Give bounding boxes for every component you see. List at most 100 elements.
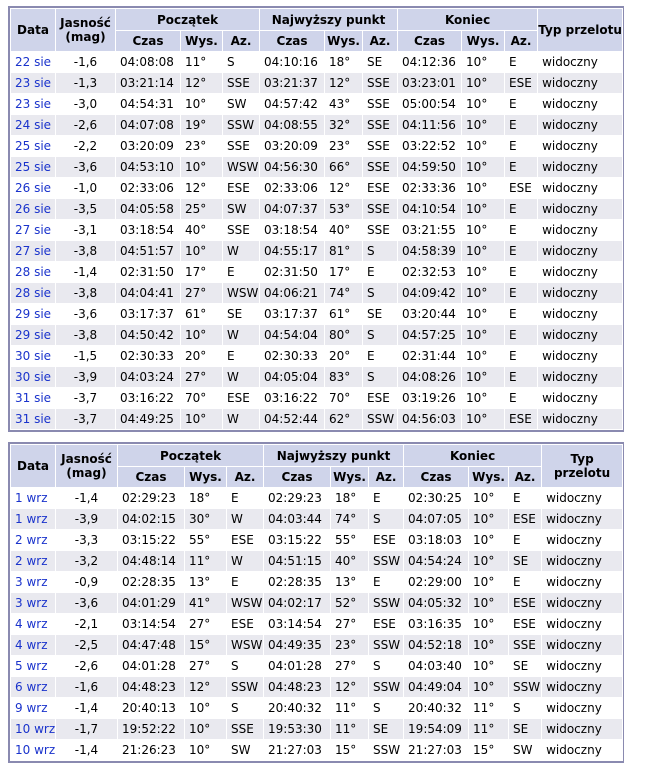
cell-end-azimuth: E [504,198,539,220]
cell-end-time: 03:21:55 [397,219,463,241]
cell-date[interactable]: 6 wrz [10,676,56,698]
cell-start-altitude: 30° [184,508,227,530]
header-jasnosc: Jasność (mag) [55,444,118,488]
header-wys: Wys. [180,30,223,52]
cell-date[interactable]: 30 sie [10,366,56,388]
cell-date[interactable]: 27 sie [10,240,56,262]
cell-date[interactable]: 5 wrz [10,655,56,677]
cell-date[interactable]: 23 sie [10,72,56,94]
cell-peak-altitude: 27° [330,613,370,635]
cell-start-altitude: 11° [184,550,227,572]
header-czas: Czas [117,466,185,488]
cell-peak-azimuth: S [362,324,399,346]
cell-date[interactable]: 29 sie [10,303,56,325]
cell-end-altitude: 10° [461,156,506,178]
header-jasnosc-label: Jasność [60,16,111,30]
cell-date[interactable]: 27 sie [10,219,56,241]
cell-date[interactable]: 22 sie [10,51,56,73]
cell-peak-time: 03:21:37 [259,72,326,94]
cell-date[interactable]: 1 wrz [10,508,56,530]
cell-peak-altitude: 66° [324,156,364,178]
cell-date[interactable]: 4 wrz [10,613,56,635]
cell-date[interactable]: 30 sie [10,345,56,367]
cell-start-azimuth: WSW [225,634,265,656]
cell-end-azimuth: ESE [504,408,539,430]
cell-peak-altitude: 17° [324,261,364,283]
cell-date[interactable]: 26 sie [10,177,56,199]
header-koniec: Koniec [403,444,543,467]
cell-end-azimuth: E [504,219,539,241]
cell-end-time: 04:49:04 [403,676,470,698]
cell-date[interactable]: 10 wrz [10,739,56,761]
cell-peak-azimuth: SSW [368,592,405,614]
cell-pass-type: widoczny [537,156,624,178]
cell-peak-azimuth: ESE [368,613,405,635]
cell-date[interactable]: 10 wrz [10,718,56,740]
cell-end-altitude: 10° [461,72,506,94]
cell-pass-type: widoczny [541,487,624,509]
cell-peak-time: 03:18:54 [259,219,326,241]
cell-peak-time: 04:02:17 [263,592,332,614]
cell-pass-type: widoczny [537,177,624,199]
cell-date[interactable]: 9 wrz [10,697,56,719]
cell-start-altitude: 70° [180,387,223,409]
cell-pass-type: widoczny [537,93,624,115]
cell-date[interactable]: 24 sie [10,114,56,136]
cell-date[interactable]: 26 sie [10,198,56,220]
cell-start-azimuth: WSW [225,592,265,614]
cell-date[interactable]: 25 sie [10,156,56,178]
cell-date[interactable]: 1 wrz [10,487,56,509]
header-data: Data [10,444,56,488]
cell-peak-time: 02:29:23 [263,487,332,509]
cell-end-altitude: 10° [461,345,506,367]
cell-peak-time: 02:30:33 [259,345,326,367]
cell-end-azimuth: SW [508,739,543,761]
cell-date[interactable]: 3 wrz [10,571,56,593]
cell-peak-altitude: 18° [330,487,370,509]
cell-end-altitude: 10° [461,51,506,73]
cell-date[interactable]: 2 wrz [10,550,56,572]
cell-start-azimuth: SSE [221,135,261,157]
cell-start-time: 03:17:37 [115,303,181,325]
cell-end-azimuth: E [504,345,539,367]
cell-start-altitude: 10° [180,324,223,346]
cell-end-time: 04:08:26 [397,366,463,388]
cell-peak-altitude: 74° [324,282,364,304]
cell-date[interactable]: 2 wrz [10,529,56,551]
table-row: 27 sie -3,1 03:18:54 40° SSE 03:18:54 40° SSE 03… [10,219,624,241]
table-row: 22 sie -1,6 04:08:08 11° S 04:10:16 18° SE 04:12… [10,51,624,73]
cell-peak-azimuth: SSE [362,156,399,178]
cell-start-azimuth: W [221,240,261,262]
cell-peak-altitude: 80° [324,324,364,346]
cell-start-time: 02:28:35 [117,571,185,593]
cell-end-time: 04:03:40 [403,655,470,677]
cell-end-azimuth: ESE [508,508,543,530]
cell-end-time: 04:10:54 [397,198,463,220]
cell-end-time: 04:05:32 [403,592,470,614]
cell-date[interactable]: 31 sie [10,408,56,430]
header-wys: Wys. [468,466,510,488]
cell-peak-azimuth: SE [362,303,399,325]
cell-end-time: 04:52:18 [403,634,470,656]
cell-end-altitude: 15° [468,739,510,761]
table-row: 25 sie -3,6 04:53:10 10° WSW 04:56:30 66° SSE 04… [10,156,624,178]
cell-peak-altitude: 52° [330,592,370,614]
table-row: 25 sie -2,2 03:20:09 23° SSE 03:20:09 23° SSE 03… [10,135,624,157]
cell-date[interactable]: 23 sie [10,93,56,115]
cell-date[interactable]: 28 sie [10,282,56,304]
cell-peak-altitude: 61° [324,303,364,325]
cell-pass-type: widoczny [537,135,624,157]
cell-end-azimuth: SE [508,655,543,677]
cell-pass-type: widoczny [537,240,624,262]
cell-end-azimuth: ESE [508,592,543,614]
cell-date[interactable]: 3 wrz [10,592,56,614]
cell-start-time: 03:14:54 [117,613,185,635]
cell-date[interactable]: 25 sie [10,135,56,157]
cell-date[interactable]: 28 sie [10,261,56,283]
cell-date[interactable]: 4 wrz [10,634,56,656]
cell-start-time: 03:21:14 [115,72,181,94]
cell-date[interactable]: 29 sie [10,324,56,346]
cell-end-altitude: 10° [468,487,510,509]
cell-start-azimuth: W [225,508,265,530]
cell-date[interactable]: 31 sie [10,387,56,409]
